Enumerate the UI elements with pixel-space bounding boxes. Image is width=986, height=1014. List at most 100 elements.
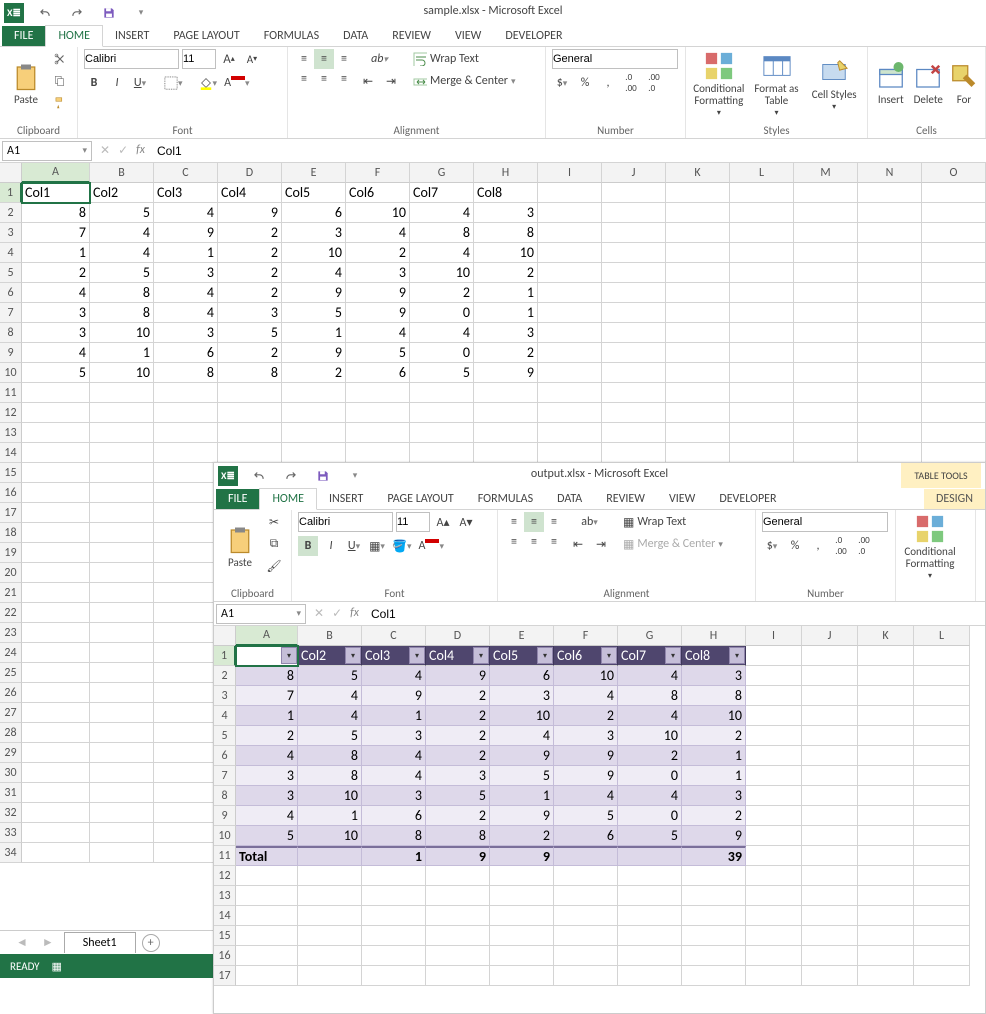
fx-icon[interactable]: fx [136,143,145,158]
increase-font-icon[interactable]: A▴ [433,512,453,532]
cell[interactable]: 9 [346,303,410,323]
cell[interactable]: 4 [362,766,426,786]
tab-insert[interactable]: INSERT [317,489,375,509]
cell[interactable]: 5 [90,263,154,283]
cell[interactable] [154,743,218,763]
cell[interactable]: Total [236,846,298,866]
cell[interactable] [922,223,986,243]
cell[interactable] [914,886,970,906]
cell[interactable] [154,783,218,803]
cell[interactable] [426,946,490,966]
cell[interactable]: 9 [474,363,538,383]
cell[interactable] [858,826,914,846]
cell[interactable]: 8 [618,686,682,706]
cell[interactable] [154,723,218,743]
cell[interactable] [666,243,730,263]
cell[interactable] [922,403,986,423]
accounting-format-icon[interactable]: $ [762,536,782,556]
cell[interactable]: 1 [282,323,346,343]
cell[interactable]: 3 [474,323,538,343]
delete-cells-button[interactable]: Delete [912,49,946,119]
cell[interactable]: 10 [90,363,154,383]
row-header[interactable]: 15 [0,463,22,483]
cell[interactable] [794,223,858,243]
column-header[interactable]: E [490,626,554,646]
cell[interactable]: 3 [282,223,346,243]
cell[interactable]: Col2 [90,183,154,203]
formula-input[interactable] [153,144,984,158]
format-painter-icon[interactable]: 🖌 [264,556,284,576]
row-header[interactable]: 24 [0,643,22,663]
cell[interactable]: 9 [426,666,490,686]
cell[interactable]: 4 [618,666,682,686]
cell[interactable] [746,886,802,906]
cell[interactable] [298,886,362,906]
cell[interactable] [858,806,914,826]
cell[interactable] [914,646,970,666]
column-header[interactable]: C [362,626,426,646]
cell[interactable] [618,866,682,886]
cell[interactable] [794,263,858,283]
cell[interactable] [538,203,602,223]
font-color-icon[interactable]: A [222,73,251,93]
decrease-decimal-icon[interactable]: .00.0 [644,73,664,93]
cell[interactable] [154,803,218,823]
cell[interactable]: 4 [362,746,426,766]
cell[interactable] [362,926,426,946]
percent-format-icon[interactable]: % [785,536,805,556]
cell[interactable] [746,786,802,806]
comma-format-icon[interactable]: , [598,73,618,93]
cell[interactable] [410,403,474,423]
cell[interactable]: 8 [410,223,474,243]
row-header[interactable]: 4 [214,706,236,726]
cell[interactable]: Col6 [346,183,410,203]
cell[interactable] [22,403,90,423]
row-header[interactable]: 7 [0,303,22,323]
row-header[interactable]: 17 [214,966,236,986]
tab-view[interactable]: VIEW [657,489,707,509]
cell[interactable] [794,343,858,363]
cell[interactable] [858,423,922,443]
cell[interactable] [154,563,218,583]
cell[interactable] [858,343,922,363]
cell[interactable] [682,966,746,986]
cell[interactable] [362,906,426,926]
cell[interactable] [682,926,746,946]
cell[interactable] [746,686,802,706]
comma-format-icon[interactable]: , [808,536,828,556]
cell[interactable] [362,946,426,966]
decrease-indent-icon[interactable]: ⇤ [568,534,588,554]
cell[interactable] [922,263,986,283]
cell[interactable] [236,926,298,946]
cell[interactable] [794,303,858,323]
cell[interactable]: 10 [682,706,746,726]
row-header[interactable]: 8 [0,323,22,343]
cell[interactable] [794,243,858,263]
row-header[interactable]: 33 [0,823,22,843]
cell[interactable] [154,423,218,443]
cell[interactable] [490,926,554,946]
cell[interactable]: 2 [474,263,538,283]
align-right-icon[interactable]: ≡ [334,69,354,89]
cell[interactable] [802,866,858,886]
row-header[interactable]: 1 [0,183,22,203]
cell[interactable] [602,243,666,263]
align-bottom-icon[interactable]: ≡ [544,512,564,532]
cell[interactable] [914,966,970,986]
tab-review[interactable]: REVIEW [594,489,657,509]
save-icon[interactable] [98,2,120,24]
cell[interactable] [90,583,154,603]
cell[interactable]: 2 [22,263,90,283]
row-header[interactable]: 13 [0,423,22,443]
align-right-icon[interactable]: ≡ [544,532,564,552]
cell[interactable] [22,703,90,723]
cell[interactable]: 0 [618,806,682,826]
cell[interactable]: 8 [90,303,154,323]
column-header[interactable]: A [236,626,298,646]
cell[interactable] [154,643,218,663]
cell[interactable] [22,843,90,863]
cell[interactable] [746,726,802,746]
macro-record-icon[interactable]: ▦ [52,960,62,973]
row-header[interactable]: 6 [214,746,236,766]
new-sheet-icon[interactable]: + [142,934,160,952]
